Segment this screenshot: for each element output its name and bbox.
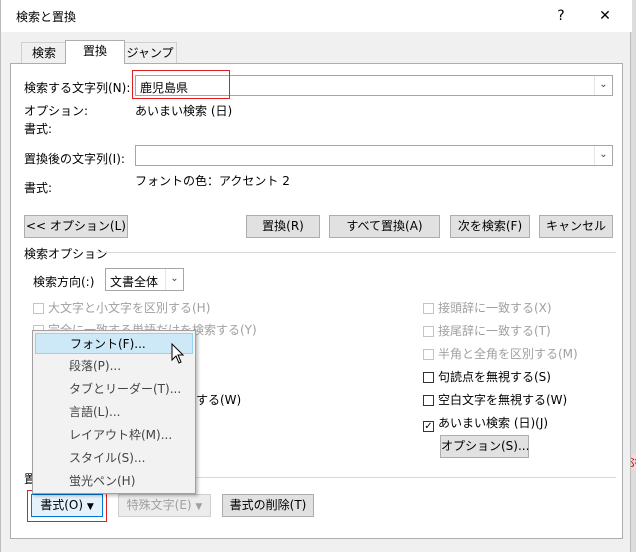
close-button[interactable]: ✕ (591, 4, 619, 28)
match-width-checkbox[interactable]: 半角と全角を区別する(M) (423, 345, 578, 362)
match-suffix-checkbox[interactable]: 接尾辞に一致する(T) (423, 322, 551, 339)
caret-down-icon: ▼ (195, 502, 203, 512)
menu-item-highlight[interactable]: 蛍光ペン(H) (35, 471, 193, 492)
title-bar: 検索と置換 ? ✕ (1, 0, 632, 32)
replace-label: 置換後の文字列(I): (24, 152, 125, 166)
mouse-cursor-icon (171, 343, 185, 364)
replace-format-label: 書式: (24, 181, 53, 195)
replace-input[interactable]: ⌄ (135, 145, 613, 166)
direction-select[interactable]: 文書全体 ⌄ (105, 268, 184, 291)
match-prefix-checkbox[interactable]: 接頭辞に一致する(X) (423, 299, 552, 316)
partial-option-label[interactable]: する(W) (196, 391, 241, 408)
ignore-whitespace-checkbox[interactable]: 空白文字を無視する(W) (423, 391, 567, 408)
menu-item-font[interactable]: フォント(F)... (35, 333, 193, 354)
tab-find[interactable]: 検索 (21, 42, 67, 63)
chevron-down-icon[interactable]: ⌄ (594, 146, 612, 165)
menu-item-paragraph[interactable]: 段落(P)... (35, 356, 193, 377)
find-replace-dialog: 検索と置換 ? ✕ 検索 置換 ジャンプ 検索する文字列(N): 鹿児島県 ⌄ … (0, 0, 632, 552)
match-case-checkbox[interactable]: 大文字と小文字を区別する(H) (33, 299, 210, 316)
menu-item-tabs[interactable]: タブとリーダー(T)... (35, 379, 193, 400)
replace-button[interactable]: 置換(R) (246, 215, 320, 238)
find-format-label: 書式: (24, 122, 53, 136)
find-highlight-box (132, 70, 230, 99)
ignore-punctuation-checkbox[interactable]: 句読点を無視する(S) (423, 368, 551, 385)
direction-label: 検索方向(:) (33, 275, 95, 289)
menu-item-language[interactable]: 言語(L)... (35, 402, 193, 423)
menu-item-frame[interactable]: レイアウト枠(M)... (35, 425, 193, 446)
cancel-button[interactable]: キャンセル (539, 215, 613, 238)
options-value: あいまい検索 (日) (135, 104, 233, 118)
options-label: オプション: (24, 104, 89, 118)
tab-goto[interactable]: ジャンプ (123, 42, 177, 63)
chevron-down-icon[interactable]: ⌄ (165, 269, 183, 290)
checkmark-icon: ✓ (423, 421, 434, 432)
find-next-button[interactable]: 次を検索(F) (450, 215, 530, 238)
checkbox-box (33, 303, 44, 314)
tab-replace[interactable]: 置換 (65, 40, 125, 64)
dialog-title: 検索と置換 (16, 10, 77, 24)
chevron-down-icon[interactable]: ⌄ (594, 76, 612, 95)
clear-format-button[interactable]: 書式の削除(T) (222, 494, 314, 517)
help-button[interactable]: ? (547, 4, 575, 28)
search-options-header: 検索オプション (24, 247, 109, 261)
replace-section-divider (196, 477, 616, 478)
format-highlight-box (27, 490, 107, 522)
checkbox-box (423, 395, 434, 406)
options-toggle-button[interactable]: << オプション(L) (24, 215, 128, 238)
menu-item-style[interactable]: スタイル(S)... (35, 448, 193, 469)
checkbox-box (423, 372, 434, 383)
checkbox-box (423, 303, 434, 314)
special-button[interactable]: 特殊文字(E) ▼ (118, 494, 211, 517)
find-label: 検索する文字列(N): (24, 81, 131, 95)
replace-format-value: フォントの色：アクセント 2 (135, 174, 290, 188)
checkbox-box (423, 349, 434, 360)
fuzzy-options-button[interactable]: オプション(S)... (440, 435, 529, 458)
fuzzy-search-checkbox[interactable]: ✓ あいまい検索 (日)(J) (423, 414, 548, 432)
direction-value: 文書全体 (110, 275, 159, 289)
replace-all-button[interactable]: すべて置換(A) (329, 215, 440, 238)
search-options-divider (96, 252, 616, 253)
checkbox-box (423, 326, 434, 337)
